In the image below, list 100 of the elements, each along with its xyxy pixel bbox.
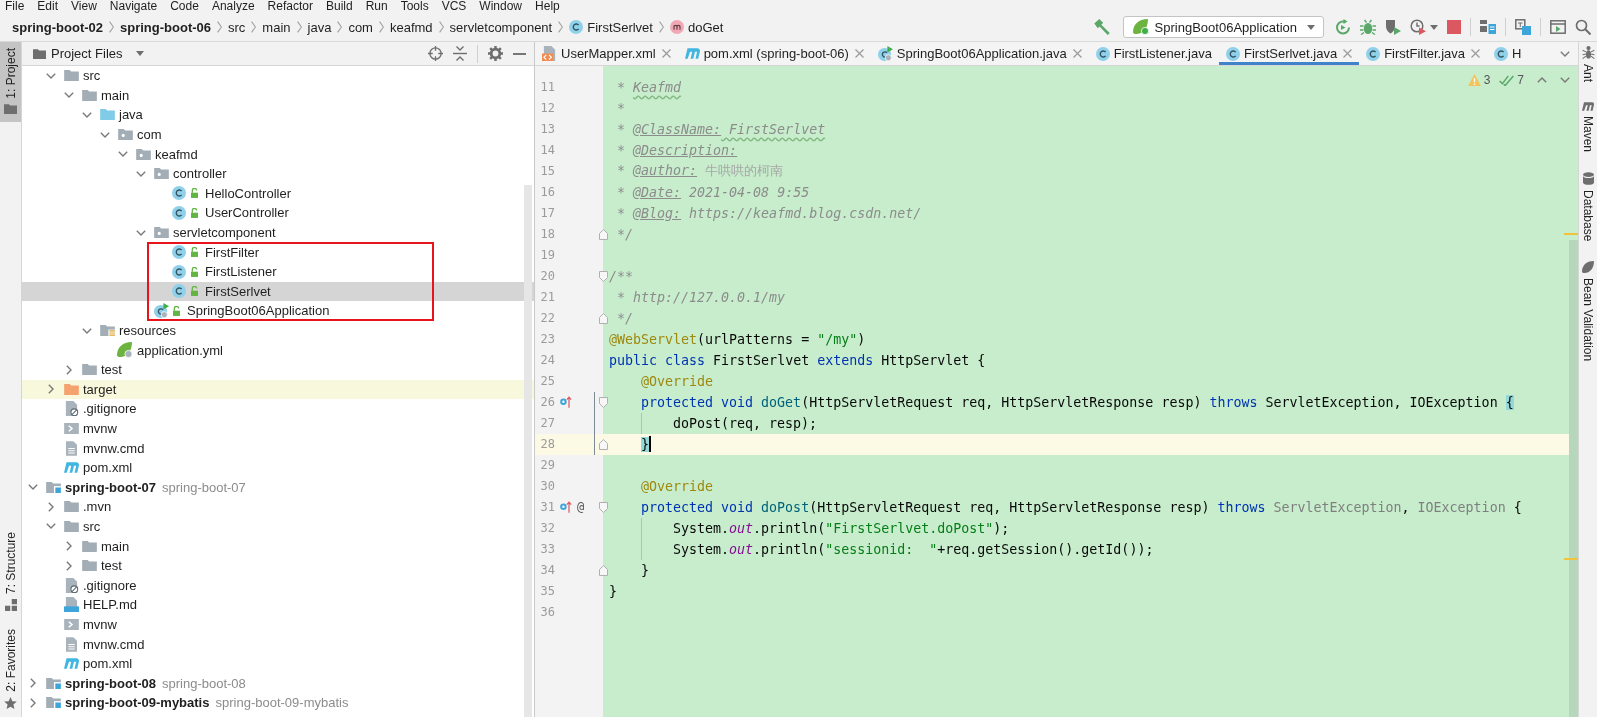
- breadcrumb-item[interactable]: java: [307, 19, 332, 35]
- breadcrumb-item[interactable]: src: [228, 19, 246, 35]
- warning-count[interactable]: 3: [1483, 73, 1491, 87]
- editor-tab[interactable]: FirstFilter.java: [1359, 42, 1488, 65]
- chevron-right-icon[interactable]: [48, 384, 54, 395]
- run-window-icon[interactable]: [1550, 20, 1566, 34]
- chevron-down-icon[interactable]: [28, 484, 38, 491]
- editor-tab[interactable]: H: [1487, 42, 1529, 65]
- tool-window-tab[interactable]: 1: Project: [0, 42, 21, 122]
- chevron-right-icon[interactable]: [66, 560, 72, 571]
- tree-item[interactable]: SpringBoot06Application: [153, 302, 330, 320]
- tool-window-tab[interactable]: 7: Structure: [0, 526, 21, 620]
- collapse-all-icon[interactable]: [453, 46, 467, 61]
- tree-item[interactable]: target: [44, 380, 117, 398]
- tree-item[interactable]: src: [44, 67, 101, 85]
- menu-item[interactable]: Tools: [400, 0, 429, 13]
- tree-item[interactable]: FirstFilter: [171, 243, 260, 261]
- editor-tab[interactable]: FirstListener.java: [1088, 42, 1219, 65]
- clock-run-icon[interactable]: [1410, 19, 1426, 35]
- tree-item[interactable]: spring-boot-08 spring-boot-08: [26, 674, 246, 692]
- menu-item[interactable]: Build: [325, 0, 353, 13]
- tree-item[interactable]: servletcomponent: [134, 224, 276, 242]
- chevron-down-icon[interactable]: [82, 112, 92, 118]
- chevron-down-icon[interactable]: [46, 72, 56, 79]
- fold-icon[interactable]: [598, 228, 608, 240]
- menu-item[interactable]: Analyze: [211, 0, 255, 13]
- tree-item[interactable]: resources: [80, 322, 177, 339]
- tree-item[interactable]: FirstListener: [171, 263, 277, 281]
- editor-tab[interactable]: UserMapper.xml: [535, 42, 678, 65]
- tool-window-tab[interactable]: Database: [1581, 172, 1595, 242]
- tree-item[interactable]: .mvn: [44, 498, 112, 516]
- menu-item[interactable]: Code: [170, 0, 199, 13]
- tool-window-tab[interactable]: Bean Validation: [1581, 261, 1595, 362]
- breadcrumb-item[interactable]: com: [348, 19, 373, 35]
- tree-item[interactable]: java: [80, 106, 143, 124]
- tree-item[interactable]: .gitignore: [63, 576, 137, 594]
- menu-item[interactable]: VCS: [441, 0, 467, 13]
- fold-icon[interactable]: [598, 396, 608, 408]
- chevron-down-icon[interactable]: [82, 327, 92, 334]
- tree-item[interactable]: FirstSerlvet: [171, 282, 271, 300]
- tree-item[interactable]: main: [62, 537, 130, 555]
- chevron-up-icon[interactable]: [1537, 77, 1547, 83]
- gutter-marker[interactable]: @: [577, 500, 585, 514]
- chevron-down-icon[interactable]: [136, 229, 146, 236]
- change-marker[interactable]: [593, 412, 595, 434]
- menu-item[interactable]: Run: [365, 0, 388, 13]
- tree-item[interactable]: .gitignore: [63, 400, 137, 418]
- tree-item[interactable]: controller: [134, 165, 227, 183]
- tree-item[interactable]: spring-boot-09-mybatis spring-boot-09-mybatis: [26, 694, 349, 712]
- fold-icon[interactable]: [598, 312, 608, 324]
- tool-window-tab[interactable]: Maven: [1581, 102, 1595, 153]
- tree-item[interactable]: pom.xml: [63, 655, 133, 673]
- override-marker-icon[interactable]: [560, 396, 572, 408]
- minimize-icon[interactable]: [513, 52, 526, 55]
- chevron-down-icon[interactable]: [100, 131, 110, 138]
- hammer-icon[interactable]: [1093, 19, 1110, 35]
- chevron-down-icon[interactable]: [1560, 50, 1570, 57]
- tree-item[interactable]: com: [98, 126, 162, 144]
- tree-item[interactable]: mvnw.cmd: [63, 635, 145, 653]
- tree-item[interactable]: mvnw: [63, 615, 117, 633]
- breadcrumb-item[interactable]: keafmd: [389, 19, 433, 35]
- override-marker-icon[interactable]: [560, 501, 572, 513]
- breadcrumb-item[interactable]: main: [262, 19, 291, 35]
- fold-icon[interactable]: [598, 438, 608, 450]
- run-configuration-dropdown[interactable]: SpringBoot06Application: [1122, 16, 1324, 38]
- bug-icon[interactable]: [1360, 19, 1376, 35]
- tool-window-tab[interactable]: Ant: [1581, 46, 1595, 82]
- chevron-right-icon[interactable]: [30, 678, 36, 689]
- tree-item[interactable]: HELP.md: [63, 596, 137, 614]
- chevron-right-icon[interactable]: [66, 364, 72, 375]
- menu-item[interactable]: File: [5, 0, 25, 13]
- breadcrumb-item[interactable]: servletcomponent: [449, 19, 553, 35]
- close-icon[interactable]: [661, 49, 671, 58]
- chevron-down-icon[interactable]: [118, 151, 128, 158]
- menu-item[interactable]: Window: [479, 0, 523, 13]
- double-check-icon[interactable]: [1499, 74, 1515, 86]
- tool-window-tab[interactable]: 2: Favorites: [0, 623, 21, 717]
- close-icon[interactable]: [1072, 49, 1082, 58]
- chevron-right-icon[interactable]: [30, 697, 36, 708]
- tree-item[interactable]: src: [44, 517, 101, 535]
- caret-down-icon[interactable]: [1430, 24, 1438, 30]
- translate-icon[interactable]: [1515, 19, 1531, 35]
- tree-item[interactable]: HelloController: [171, 184, 291, 202]
- tree-item[interactable]: pom.xml: [63, 459, 133, 477]
- menu-item[interactable]: Help: [535, 0, 560, 13]
- chevron-right-icon[interactable]: [48, 501, 54, 512]
- settings-icon[interactable]: [488, 46, 503, 61]
- chevron-down-icon[interactable]: [136, 170, 146, 177]
- breadcrumb-item[interactable]: spring-boot-02: [12, 19, 103, 35]
- tree-item[interactable]: mvnw: [63, 420, 117, 437]
- crosshair-icon[interactable]: [428, 46, 443, 61]
- tree-item[interactable]: UserController: [171, 204, 289, 222]
- editor-tab[interactable]: SpringBoot06Application.java: [870, 42, 1089, 65]
- tree-item[interactable]: test: [62, 361, 122, 379]
- editor-tab[interactable]: pom.xml (spring-boot-06): [677, 42, 871, 65]
- chevron-down-icon[interactable]: [1560, 77, 1570, 83]
- search-icon[interactable]: [1575, 19, 1591, 35]
- scrollbar-thumb[interactable]: [524, 185, 532, 717]
- tree-item[interactable]: main: [62, 86, 130, 104]
- tree-item[interactable]: test: [62, 557, 122, 575]
